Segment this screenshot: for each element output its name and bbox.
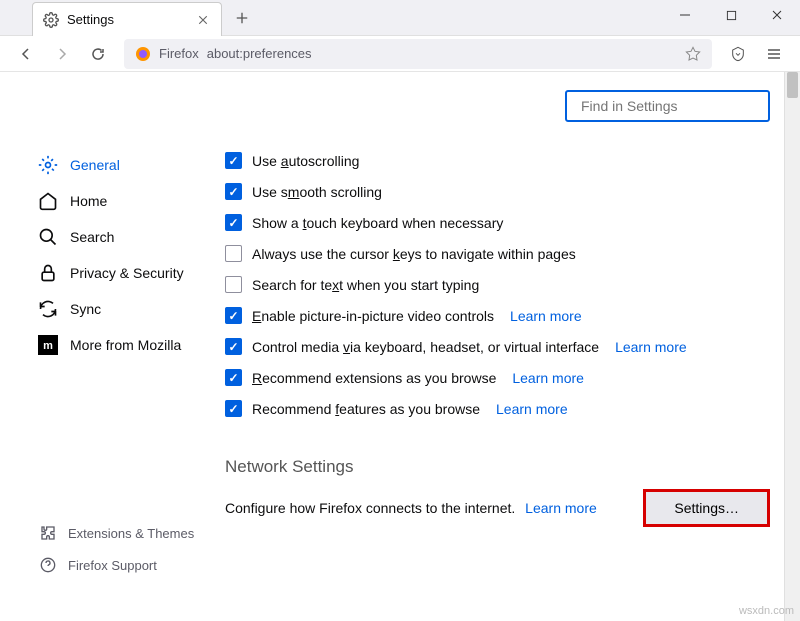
checkbox-label[interactable]: Always use the cursor keys to navigate w… xyxy=(252,246,576,262)
sidebar-item-mozilla[interactable]: m More from Mozilla xyxy=(0,327,205,363)
sidebar-item-label: General xyxy=(70,157,120,173)
checkbox[interactable] xyxy=(225,245,242,262)
network-learn-more-link[interactable]: Learn more xyxy=(525,500,597,516)
learn-more-link[interactable]: Learn more xyxy=(510,308,582,324)
sync-icon xyxy=(38,299,58,319)
checkbox-label[interactable]: Use autoscrolling xyxy=(252,153,359,169)
sidebar-footer-label: Extensions & Themes xyxy=(68,526,194,541)
browser-tab[interactable]: Settings xyxy=(32,2,222,36)
sidebar-item-label: More from Mozilla xyxy=(70,337,181,353)
sidebar-item-search[interactable]: Search xyxy=(0,219,205,255)
sidebar-item-privacy[interactable]: Privacy & Security xyxy=(0,255,205,291)
mozilla-icon: m xyxy=(38,335,58,355)
checkbox-label[interactable]: Enable picture-in-picture video controls xyxy=(252,308,494,324)
home-icon xyxy=(38,191,58,211)
sidebar-support[interactable]: Firefox Support xyxy=(0,549,205,581)
firefox-icon xyxy=(135,46,151,62)
settings-sidebar: General Home Search Privacy & Security S… xyxy=(0,72,205,621)
settings-main: ✓Use autoscrolling✓Use smooth scrolling✓… xyxy=(205,72,800,621)
pref-checkbox-row: ✓ Enable picture-in-picture video control… xyxy=(225,307,770,324)
addr-site-label: Firefox xyxy=(159,46,199,61)
checkbox[interactable] xyxy=(225,276,242,293)
bookmark-icon[interactable] xyxy=(685,46,701,62)
pocket-button[interactable] xyxy=(722,39,754,69)
find-in-settings[interactable] xyxy=(565,90,770,122)
network-settings-desc: Configure how Firefox connects to the in… xyxy=(225,500,597,516)
checkbox-label[interactable]: Control media via keyboard, headset, or … xyxy=(252,339,599,355)
sidebar-footer-label: Firefox Support xyxy=(68,558,157,573)
back-button[interactable] xyxy=(10,39,42,69)
checkbox[interactable]: ✓ xyxy=(225,214,242,231)
checkbox-label[interactable]: Search for text when you start typing xyxy=(252,277,479,293)
search-icon xyxy=(38,227,58,247)
pref-checkbox-row: ✓ Recommend extensions as you browse Learn… xyxy=(225,369,770,386)
checkbox-label[interactable]: Show a touch keyboard when necessary xyxy=(252,215,503,231)
sidebar-item-label: Home xyxy=(70,193,107,209)
sidebar-extensions[interactable]: Extensions & Themes xyxy=(0,517,205,549)
pref-checkbox-row: ✓ Recommend features as you browse Learn m… xyxy=(225,400,770,417)
forward-button[interactable] xyxy=(46,39,78,69)
help-icon xyxy=(38,555,58,575)
checkbox[interactable]: ✓ xyxy=(225,152,242,169)
pref-checkbox-row: Always use the cursor keys to navigate w… xyxy=(225,245,770,262)
checkbox[interactable]: ✓ xyxy=(225,183,242,200)
search-input[interactable] xyxy=(581,98,762,114)
sidebar-item-label: Sync xyxy=(70,301,101,317)
close-window-button[interactable] xyxy=(754,0,800,30)
addr-url: about:preferences xyxy=(207,46,312,61)
sidebar-item-label: Privacy & Security xyxy=(70,265,184,281)
gear-icon xyxy=(43,12,59,28)
checkbox-label[interactable]: Recommend extensions as you browse xyxy=(252,370,496,386)
checkbox-label[interactable]: Recommend features as you browse xyxy=(252,401,480,417)
sidebar-item-sync[interactable]: Sync xyxy=(0,291,205,327)
network-settings-heading: Network Settings xyxy=(225,457,770,477)
network-settings-button[interactable]: Settings… xyxy=(643,489,770,527)
puzzle-icon xyxy=(38,523,58,543)
checkbox[interactable]: ✓ xyxy=(225,307,242,324)
checkbox[interactable]: ✓ xyxy=(225,338,242,355)
pref-checkbox-row: ✓ Use autoscrolling xyxy=(225,152,770,169)
minimize-button[interactable] xyxy=(662,0,708,30)
tab-title: Settings xyxy=(67,12,187,27)
svg-text:m: m xyxy=(43,340,53,352)
reload-button[interactable] xyxy=(82,39,114,69)
pref-checkbox-row: Search for text when you start typing xyxy=(225,276,770,293)
sidebar-item-home[interactable]: Home xyxy=(0,183,205,219)
pref-checkbox-row: ✓ Use smooth scrolling xyxy=(225,183,770,200)
gear-icon xyxy=(38,155,58,175)
checkbox[interactable]: ✓ xyxy=(225,369,242,386)
new-tab-button[interactable] xyxy=(226,2,258,34)
close-tab-icon[interactable] xyxy=(195,12,211,28)
pref-checkbox-row: ✓ Show a touch keyboard when necessary xyxy=(225,214,770,231)
maximize-button[interactable] xyxy=(708,0,754,30)
address-bar[interactable]: Firefox about:preferences xyxy=(124,39,712,69)
learn-more-link[interactable]: Learn more xyxy=(496,401,568,417)
checkbox[interactable]: ✓ xyxy=(225,400,242,417)
lock-icon xyxy=(38,263,58,283)
sidebar-item-label: Search xyxy=(70,229,114,245)
learn-more-link[interactable]: Learn more xyxy=(512,370,584,386)
learn-more-link[interactable]: Learn more xyxy=(615,339,687,355)
sidebar-item-general[interactable]: General xyxy=(0,147,205,183)
checkbox-label[interactable]: Use smooth scrolling xyxy=(252,184,382,200)
menu-button[interactable] xyxy=(758,39,790,69)
pref-checkbox-row: ✓ Control media via keyboard, headset, or… xyxy=(225,338,770,355)
watermark: wsxdn.com xyxy=(739,605,794,617)
vertical-scrollbar[interactable] xyxy=(784,72,800,621)
